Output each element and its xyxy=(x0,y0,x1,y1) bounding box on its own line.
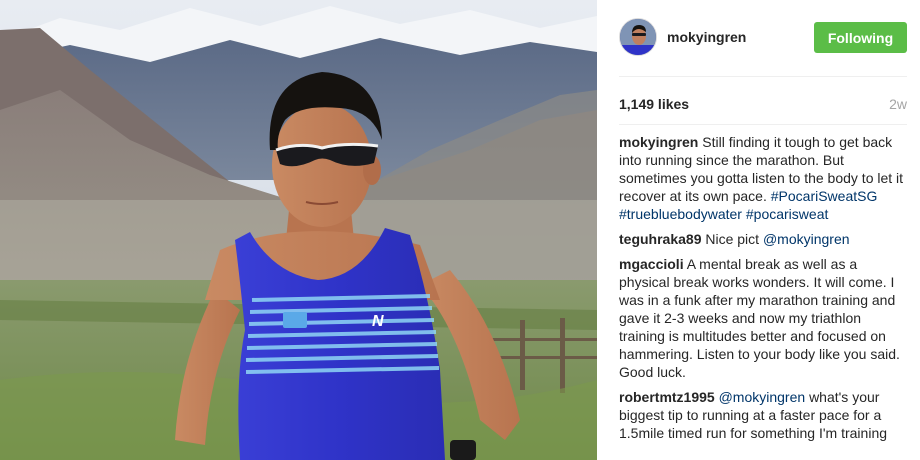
comment-author[interactable]: robertmtz1995 xyxy=(619,389,715,405)
caption-author[interactable]: mokyingren xyxy=(619,134,698,150)
comment-author[interactable]: mgaccioli xyxy=(619,256,684,272)
header-divider xyxy=(619,76,907,77)
comment-author[interactable]: teguhraka89 xyxy=(619,231,701,247)
caption: mokyingren Still finding it tough to get… xyxy=(619,133,909,223)
stats-divider xyxy=(619,124,907,125)
runner-photo-illustration: N xyxy=(0,0,597,460)
likes-count[interactable]: 1,149 likes xyxy=(619,96,689,112)
mention-link[interactable]: @mokyingren xyxy=(719,389,806,405)
comment-text: A mental break as well as a physical bre… xyxy=(619,256,900,380)
post-side-panel: mokyingren Following 1,149 likes 2w moky… xyxy=(597,0,920,460)
comment-item: mgaccioli A mental break as well as a ph… xyxy=(619,255,909,381)
svg-text:N: N xyxy=(372,313,384,330)
following-button[interactable]: Following xyxy=(814,22,907,53)
post-header: mokyingren Following xyxy=(597,0,920,76)
comments-list: mokyingren Still finding it tough to get… xyxy=(619,133,909,449)
comment-text: Nice pict xyxy=(705,231,760,247)
hashtag-link[interactable]: #pocarisweat xyxy=(746,206,829,222)
post-timestamp[interactable]: 2w xyxy=(889,96,907,112)
comment-item: robertmtz1995 @mokyingren what's your bi… xyxy=(619,388,909,442)
post-photo[interactable]: N xyxy=(0,0,597,460)
hashtag-link[interactable]: #PocariSweatSG xyxy=(771,188,878,204)
post-username[interactable]: mokyingren xyxy=(667,29,746,45)
avatar[interactable] xyxy=(619,18,657,56)
mention-link[interactable]: @mokyingren xyxy=(763,231,850,247)
comment-item: teguhraka89 Nice pict @mokyingren xyxy=(619,230,909,248)
post-stats: 1,149 likes 2w xyxy=(619,96,907,116)
runner-portrait-icon xyxy=(620,19,656,55)
hashtag-link[interactable]: #truebluebodywater xyxy=(619,206,742,222)
